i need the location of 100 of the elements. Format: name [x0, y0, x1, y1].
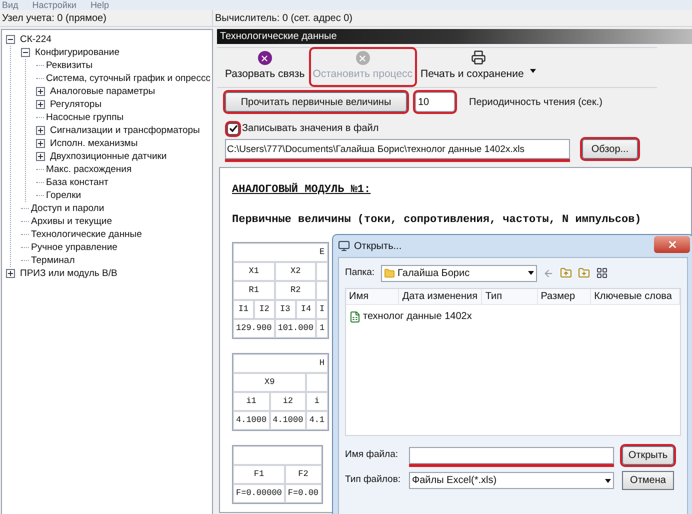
- open-button[interactable]: Открыть: [622, 446, 674, 465]
- dropdown-arrow-icon: [528, 271, 534, 275]
- file-path-field[interactable]: C:\Users\777\Documents\Галайша Борис\технолог данные 1402x.xls: [225, 139, 570, 159]
- table-cell: [316, 262, 328, 281]
- cancel-button[interactable]: Отмена: [622, 471, 674, 490]
- toolbar-button[interactable]: Разорвать связь: [223, 49, 307, 85]
- table-cell: 1: [316, 319, 328, 338]
- table-cell: 4.1: [306, 411, 328, 430]
- table-cell: F2: [284, 465, 322, 484]
- toolbar-button[interactable]: Печать и сохранение: [418, 48, 538, 85]
- tree-item[interactable]: Ручное управление: [31, 241, 118, 254]
- report-title: АНАЛОГОВЫЙ МОДУЛЬ №1:: [232, 182, 372, 198]
- close-icon: [666, 238, 678, 250]
- period-field[interactable]: 10: [415, 92, 455, 112]
- column-header[interactable]: Тип: [482, 289, 538, 304]
- table-cell: [316, 281, 328, 300]
- tree-item[interactable]: Терминал: [31, 254, 75, 267]
- table-cell: I2: [254, 300, 275, 319]
- filename-label: Имя файла:: [345, 448, 400, 462]
- tree-item[interactable]: Конфигурирование: [35, 46, 120, 59]
- table-cell: i: [306, 392, 328, 411]
- folder-dropdown[interactable]: Галайша Борис: [380, 264, 537, 282]
- table-cell: I: [316, 300, 328, 319]
- tree-item[interactable]: Двухпозиционные датчики: [50, 150, 167, 163]
- dropdown-arrow-icon: [605, 478, 611, 482]
- view-menu-icon[interactable]: [596, 267, 608, 279]
- tree-item[interactable]: Аналоговые параметры: [50, 85, 156, 98]
- table-cell: i1: [233, 392, 270, 411]
- panel-title: Технологические данные: [220, 30, 337, 44]
- caret-icon[interactable]: [530, 69, 536, 74]
- file-item[interactable]: технолог данные 1402x: [346, 309, 475, 324]
- close-button[interactable]: [654, 236, 690, 252]
- menu-item[interactable]: Вид: [2, 0, 18, 10]
- menu-item[interactable]: Настройки: [32, 0, 76, 10]
- filename-field[interactable]: [409, 447, 614, 464]
- tree-item[interactable]: Система, суточный график и опрессс: [46, 72, 210, 85]
- tree-item[interactable]: Сигнализации и трансформаторы: [50, 124, 200, 137]
- dialog-title: Открыть...: [354, 240, 402, 254]
- table-cell: X2: [274, 262, 316, 281]
- report-subtitle: Первичные величины (токи, сопротивления, частоты, N импульсов): [232, 212, 642, 228]
- tree-item[interactable]: Насосные группы: [46, 111, 124, 124]
- printer-icon: [470, 50, 486, 66]
- disconnect-icon: [258, 51, 272, 66]
- table-cell: [306, 373, 328, 392]
- table-cell: Н: [233, 354, 328, 373]
- table-cell: R1: [233, 281, 275, 300]
- stop-icon: [356, 51, 370, 66]
- table-cell: R2: [274, 281, 316, 300]
- table-cell: X1: [233, 262, 275, 281]
- tree-item[interactable]: Реквизиты: [46, 59, 93, 72]
- tree-item[interactable]: Макс. расхождения: [46, 163, 132, 176]
- column-header[interactable]: Размер: [538, 289, 592, 304]
- table-cell: X9: [233, 373, 306, 392]
- status-text: Узел учета: 0 (прямое): [2, 12, 106, 26]
- expand-icon[interactable]: [36, 152, 45, 161]
- new-folder-icon[interactable]: [578, 267, 590, 279]
- folder-icon: [384, 268, 395, 278]
- tree-item[interactable]: Технологические данные: [31, 228, 142, 241]
- tree-item[interactable]: ПРИЗ или модуль В/В: [20, 267, 118, 280]
- collapse-icon[interactable]: [6, 35, 15, 44]
- table-cell: i2: [270, 392, 306, 411]
- folder-up-icon[interactable]: [560, 267, 572, 279]
- tree-item[interactable]: Регуляторы: [50, 98, 102, 111]
- tree-item[interactable]: Архивы и текущие: [31, 215, 112, 228]
- filetype-label: Тип файлов:: [345, 473, 401, 488]
- expand-icon[interactable]: [36, 126, 45, 135]
- tree-item[interactable]: Исполн. механизмы: [50, 137, 138, 150]
- expand-icon[interactable]: [36, 139, 45, 148]
- checkbox[interactable]: [227, 122, 239, 134]
- tree-item[interactable]: База констант: [46, 176, 108, 189]
- column-header[interactable]: Ключевые слова: [591, 289, 680, 304]
- period-label: Периодичность чтения (сек.): [469, 96, 602, 110]
- expand-icon[interactable]: [36, 100, 45, 109]
- table-cell: I1: [233, 300, 254, 319]
- status-text: Вычислитель: 0 (сет. адрес 0): [214, 12, 354, 26]
- table-cell: I4: [296, 300, 316, 319]
- tree-item[interactable]: Доступ и пароли: [31, 202, 104, 215]
- expand-icon[interactable]: [36, 87, 45, 96]
- table-cell: Е: [233, 243, 328, 262]
- tree-item[interactable]: Горелки: [46, 189, 82, 202]
- tree-item[interactable]: СК-224: [20, 33, 52, 46]
- column-header[interactable]: Имя: [346, 289, 400, 304]
- table-cell: I3: [274, 300, 296, 319]
- table-cell: 4.1000: [233, 411, 270, 430]
- table-cell: 129.900: [233, 319, 275, 338]
- browse-button[interactable]: Обзор...: [582, 139, 638, 159]
- menu-item[interactable]: Help: [90, 0, 109, 10]
- collapse-icon[interactable]: [21, 48, 30, 57]
- table-cell: 4.1000: [270, 411, 306, 430]
- column-header[interactable]: Дата изменения: [399, 289, 482, 304]
- read-values-button[interactable]: Прочитать первичные величины: [225, 92, 407, 112]
- back-icon[interactable]: [542, 268, 554, 278]
- table-cell: F1: [233, 465, 285, 484]
- table-cell: F=0.00: [284, 484, 322, 503]
- table-cell: F=0.00000: [233, 484, 285, 503]
- filetype-dropdown[interactable]: Файлы Excel(*.xls): [409, 472, 614, 489]
- folder-label: Папка:: [345, 266, 375, 280]
- checkbox-label: Записывать значения в файл: [242, 122, 379, 136]
- expand-icon[interactable]: [6, 269, 15, 278]
- table-cell: 101.000: [274, 319, 316, 338]
